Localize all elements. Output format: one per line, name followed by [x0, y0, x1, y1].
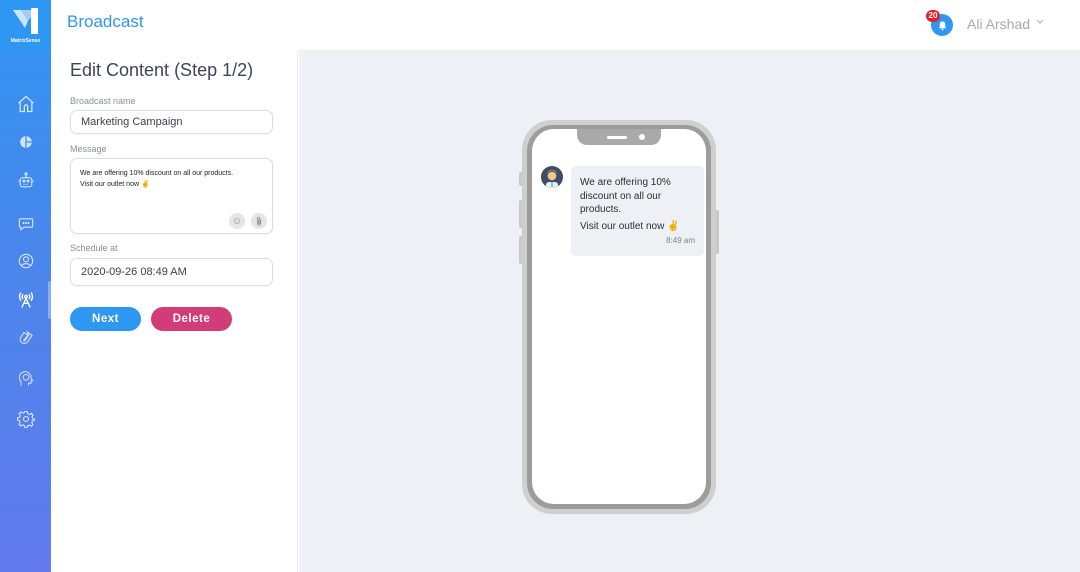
gear-icon: [16, 410, 35, 428]
phone-screen: We are offering 10% discount on all our …: [532, 129, 706, 504]
message-textarea[interactable]: We are offering 10% discount on all our …: [70, 158, 273, 234]
broadcast-name-label: Broadcast name: [70, 96, 136, 106]
notification-count-badge: 20: [926, 10, 940, 22]
user-circle-icon: [18, 253, 33, 269]
phone-camera: [639, 134, 645, 140]
sidebar-item-conversations[interactable]: [0, 208, 51, 238]
emoji-button[interactable]: ☺: [229, 213, 245, 229]
next-button[interactable]: Next: [70, 307, 141, 331]
bubble-line-2: Visit our outlet now ✌️: [580, 220, 680, 232]
sidebar-item-home[interactable]: [0, 89, 51, 119]
sidebar-item-settings[interactable]: [0, 404, 51, 434]
phone-bezel: We are offering 10% discount on all our …: [527, 125, 711, 509]
phone-notch: [577, 129, 661, 145]
bubble-line-1: We are offering 10% discount on all our …: [580, 177, 671, 215]
chat-icon: [18, 218, 33, 231]
chevron-down-icon[interactable]: [1035, 18, 1045, 29]
user-menu[interactable]: Ali Arshad: [967, 16, 1030, 32]
emoji-icon: ☺: [231, 215, 243, 227]
message-timestamp: 8:49 am: [666, 236, 695, 245]
sidebar-item-broadcast[interactable]: [0, 285, 51, 315]
paperclip-icon: [256, 216, 262, 226]
magnet-icon: [19, 330, 33, 345]
sidebar: MatrixSense: [0, 0, 51, 572]
schedule-label: Schedule at: [70, 243, 118, 253]
page-title: Broadcast: [67, 12, 144, 31]
home-icon: [17, 95, 34, 113]
bell-icon: [938, 20, 946, 30]
robot-icon: [18, 172, 33, 188]
phone-speaker: [607, 136, 627, 139]
brain-head-icon: [18, 371, 34, 386]
message-line-1: We are offering 10% discount on all our …: [80, 170, 234, 177]
pie-chart-icon: [19, 136, 32, 148]
message-label: Message: [70, 144, 107, 154]
agent-avatar-icon: [546, 170, 558, 188]
message-value: We are offering 10% discount on all our …: [80, 168, 233, 190]
bubble-text: We are offering 10% discount on all our …: [580, 176, 698, 233]
schedule-datetime-input[interactable]: 2020-09-26 08:49 AM: [70, 258, 273, 286]
brand-logo[interactable]: MatrixSense: [0, 0, 51, 50]
sidebar-item-bots[interactable]: [0, 166, 51, 196]
logo-icon: [13, 8, 38, 34]
sidebar-item-contacts[interactable]: [0, 246, 51, 276]
bot-avatar: [541, 166, 563, 188]
broadcast-name-input[interactable]: Marketing Campaign: [70, 110, 273, 134]
sidebar-item-integrations[interactable]: [0, 324, 51, 354]
form-title: Edit Content (Step 1/2): [70, 60, 254, 80]
attach-button[interactable]: [251, 213, 267, 229]
top-header: Broadcast 20 Ali Arshad: [51, 0, 1080, 50]
antenna-icon: [18, 292, 33, 308]
app-root: MatrixSense Broadcast 20 Ali Arshad Edit…: [0, 0, 1080, 572]
broadcast-name-value: Marketing Campaign: [81, 116, 183, 128]
brand-name: MatrixSense: [10, 38, 41, 44]
phone-preview-area: We are offering 10% discount on all our …: [299, 50, 1080, 572]
sidebar-item-analytics[interactable]: [0, 127, 51, 157]
message-bubble: We are offering 10% discount on all our …: [571, 166, 704, 256]
phone-frame: We are offering 10% discount on all our …: [522, 120, 716, 514]
schedule-value: 2020-09-26 08:49 AM: [81, 266, 187, 278]
edit-content-panel: Edit Content (Step 1/2) Broadcast name M…: [51, 50, 298, 572]
message-line-2: Visit our outlet now ✌️: [80, 181, 150, 188]
sidebar-item-training[interactable]: [0, 364, 51, 394]
delete-button[interactable]: Delete: [151, 307, 232, 331]
